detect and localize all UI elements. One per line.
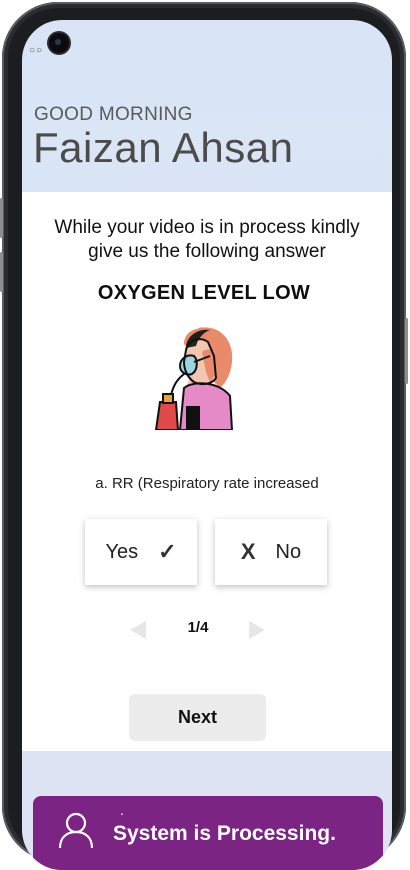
no-label: No [275, 540, 302, 563]
yes-label: Yes [105, 540, 139, 563]
cross-icon: X [240, 539, 256, 564]
status-dots: ○○ [29, 45, 44, 56]
person-icon [58, 812, 94, 849]
screen: ○○ GOOD MORNING Faizan Ahsan While your … [22, 20, 392, 870]
user-name: Faizan Ahsan [33, 124, 294, 171]
condition-title: OXYGEN LEVEL LOW [97, 282, 311, 304]
processing-text: System is Processing. [113, 822, 336, 845]
camera-lens [55, 39, 61, 45]
question-text: a. RR (Respiratory rate increased [95, 475, 319, 492]
side-button-left-1 [0, 198, 3, 238]
next-button[interactable]: Next [129, 694, 266, 741]
processing-dot: . [120, 802, 124, 818]
checkmark-icon: ✓ [158, 539, 177, 564]
pager: 1/4 [22, 619, 392, 639]
prompt-line-2: give us the following answer [88, 241, 326, 262]
yes-option-button[interactable]: Yes ✓ [85, 519, 197, 585]
page-indicator: 1/4 [187, 619, 209, 636]
prompt-line-1: While your video is in process kindly [54, 217, 360, 238]
phone-frame: ○○ GOOD MORNING Faizan Ahsan While your … [0, 2, 408, 870]
next-arrow-icon[interactable] [249, 621, 265, 639]
side-button-right [405, 318, 408, 384]
prompt-text: While your video is in process kindly gi… [22, 216, 392, 264]
side-button-left-2 [0, 252, 3, 292]
greeting-text: GOOD MORNING [34, 104, 193, 125]
processing-banner: . System is Processing. [33, 796, 383, 870]
question-card: While your video is in process kindly gi… [22, 192, 392, 751]
patient-oxygen-mask-icon [154, 327, 234, 430]
no-option-button[interactable]: X No [215, 519, 327, 585]
